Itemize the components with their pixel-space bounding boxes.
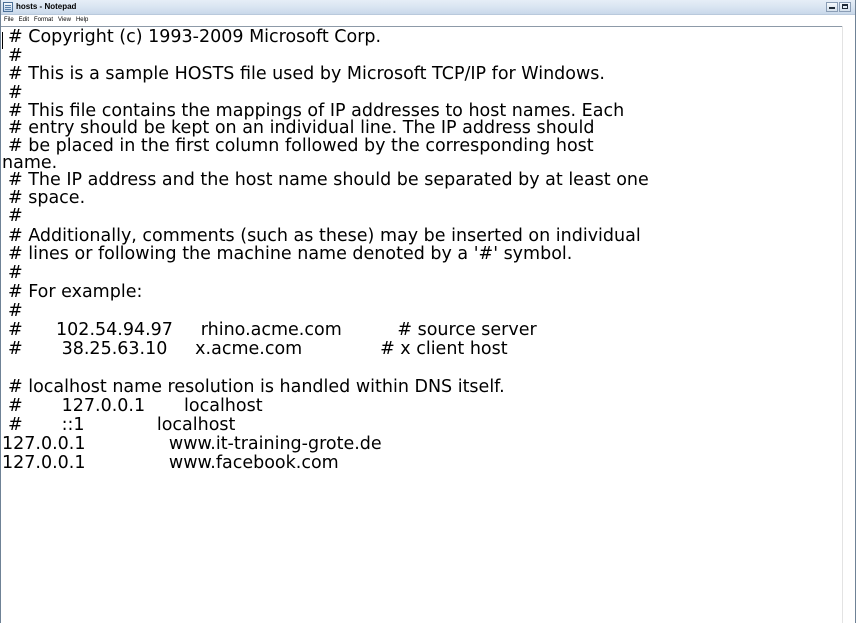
text-editor[interactable]: # Copyright (c) 1993-2009 Microsoft Corp… bbox=[1, 26, 842, 623]
text-line: # bbox=[8, 263, 23, 283]
text-line: # ::1 localhost bbox=[8, 415, 236, 435]
text-line: # bbox=[8, 301, 23, 321]
menu-help[interactable]: Help bbox=[76, 15, 88, 26]
text-line: # localhost name resolution is handled w… bbox=[8, 377, 505, 397]
text-line: # 127.0.0.1 localhost bbox=[8, 396, 263, 416]
text-caret bbox=[2, 32, 3, 49]
text-line: # bbox=[8, 206, 23, 226]
editor-right-margin bbox=[842, 26, 855, 623]
text-line: # The IP address and the host name shoul… bbox=[8, 170, 649, 190]
menu-bar: File Edit Format View Help bbox=[1, 15, 855, 26]
text-line: # For example: bbox=[8, 282, 143, 302]
notepad-window: hosts - Notepad File Edit Format View He… bbox=[0, 0, 856, 623]
text-line: # Copyright (c) 1993-2009 Microsoft Corp… bbox=[8, 27, 382, 47]
minimize-button[interactable] bbox=[826, 2, 838, 12]
text-line: # 102.54.94.97 rhino.acme.com # source s… bbox=[8, 320, 537, 340]
menu-edit[interactable]: Edit bbox=[19, 15, 29, 26]
caption-buttons bbox=[826, 2, 851, 13]
text-line: # 38.25.63.10 x.acme.com # x client host bbox=[8, 339, 508, 359]
text-line: 127.0.0.1 www.it-training-grote.de bbox=[2, 434, 382, 454]
notepad-app-icon[interactable] bbox=[3, 2, 13, 12]
text-line: # lines or following the machine name de… bbox=[8, 244, 573, 264]
menu-format[interactable]: Format bbox=[34, 15, 53, 26]
text-line: # This is a sample HOSTS file used by Mi… bbox=[8, 64, 605, 84]
text-line: 127.0.0.1 www.facebook.com bbox=[2, 453, 339, 473]
text-line: # be placed in the first column followed… bbox=[8, 136, 594, 156]
window-title: hosts - Notepad bbox=[16, 2, 77, 11]
title-bar[interactable]: hosts - Notepad bbox=[1, 0, 855, 15]
menu-file[interactable]: File bbox=[4, 15, 14, 26]
maximize-button[interactable] bbox=[839, 2, 851, 12]
menu-view[interactable]: View bbox=[58, 15, 71, 26]
